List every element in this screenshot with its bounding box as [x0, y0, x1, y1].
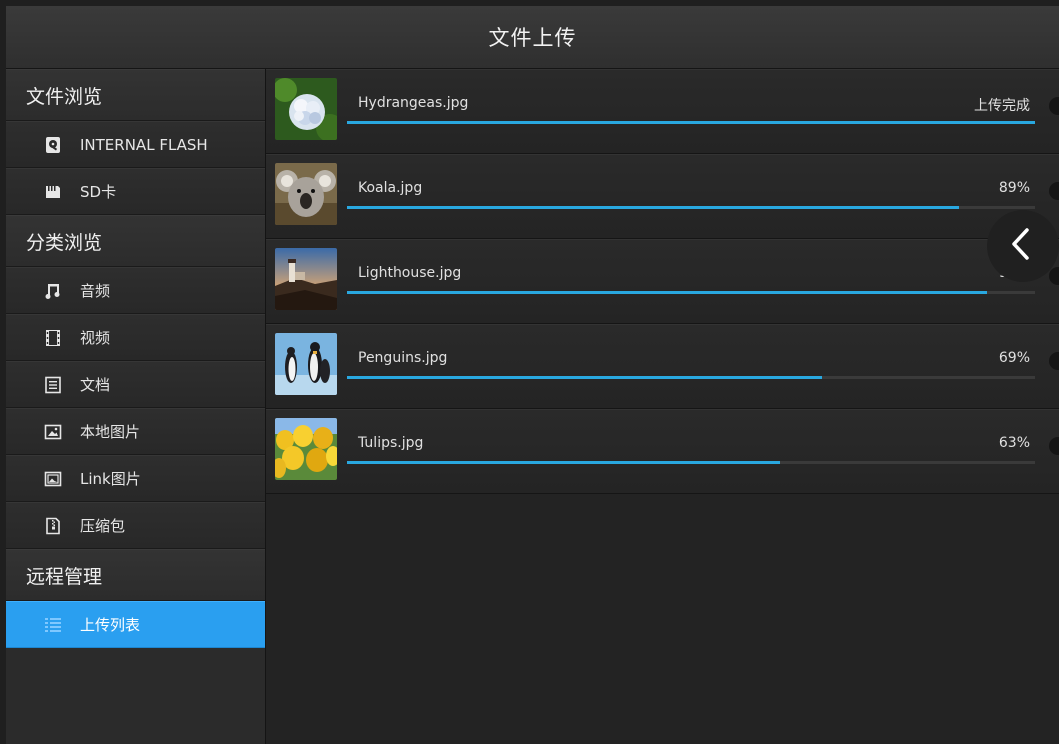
film-icon	[44, 329, 62, 347]
hard-drive-icon	[44, 136, 62, 154]
row-indicator-dot	[1049, 352, 1059, 370]
file-name: Koala.jpg	[358, 180, 423, 196]
sidebar-item-video[interactable]: 视频	[6, 314, 265, 361]
sidebar-item-internal-flash[interactable]: INTERNAL FLASH	[6, 121, 265, 168]
upload-list: Hydrangeas.jpg 上传完成 Koala.jpg 89% Lighth…	[266, 69, 1059, 744]
chevron-left-icon	[1009, 227, 1031, 265]
music-note-icon	[44, 282, 62, 300]
title-bar: 文件上传	[6, 6, 1059, 69]
progress-fill	[347, 291, 987, 294]
sidebar-item-archives[interactable]: 压缩包	[6, 502, 265, 549]
row-indicator-dot	[1049, 97, 1059, 115]
upload-status: 63%	[998, 435, 1030, 451]
file-name: Hydrangeas.jpg	[358, 95, 469, 111]
sidebar-item-label: 压缩包	[80, 517, 126, 535]
back-button[interactable]	[987, 210, 1059, 282]
sidebar-item-label: Link图片	[80, 470, 141, 488]
thumbnail-penguins	[275, 333, 337, 395]
sidebar-item-sd-card[interactable]: SD卡	[6, 168, 265, 215]
image-icon	[44, 423, 62, 441]
thumbnail-koala	[275, 163, 337, 225]
sidebar-item-label: 文档	[80, 376, 111, 394]
sidebar-item-documents[interactable]: 文档	[6, 361, 265, 408]
list-item[interactable]: Lighthouse.jpg 93%	[266, 239, 1059, 324]
file-name: Penguins.jpg	[358, 350, 448, 366]
progress-bar	[347, 376, 1035, 379]
upload-status: 69%	[998, 350, 1030, 366]
thumbnail-hydrangeas	[275, 78, 337, 140]
file-name: Lighthouse.jpg	[358, 265, 462, 281]
progress-bar	[347, 121, 1035, 124]
progress-fill	[347, 376, 822, 379]
file-name: Tulips.jpg	[358, 435, 424, 451]
section-header-category-browse: 分类浏览	[6, 215, 265, 267]
sidebar-item-upload-list[interactable]: 上传列表	[6, 601, 265, 648]
sidebar-item-label: 视频	[80, 329, 111, 347]
list-icon	[44, 616, 62, 634]
sidebar-item-audio[interactable]: 音频	[6, 267, 265, 314]
sidebar-item-label: 音频	[80, 282, 111, 300]
sidebar-item-label: 本地图片	[80, 423, 141, 441]
progress-bar	[347, 291, 1035, 294]
progress-fill	[347, 121, 1035, 124]
sidebar-item-local-images[interactable]: 本地图片	[6, 408, 265, 455]
upload-status: 上传完成	[974, 98, 1030, 114]
sidebar-item-link-images[interactable]: Link图片	[6, 455, 265, 502]
document-icon	[44, 376, 62, 394]
section-header-file-browse: 文件浏览	[6, 69, 265, 121]
sidebar-item-label: SD卡	[80, 183, 117, 201]
upload-status: 89%	[998, 180, 1030, 196]
row-indicator-dot	[1049, 437, 1059, 455]
list-item[interactable]: Penguins.jpg 69%	[266, 324, 1059, 409]
page-title: 文件上传	[488, 26, 577, 50]
progress-fill	[347, 206, 960, 209]
sidebar-item-label: 上传列表	[80, 616, 141, 634]
sidebar-item-label: INTERNAL FLASH	[80, 135, 208, 154]
list-item[interactable]: Tulips.jpg 63%	[266, 409, 1059, 494]
sidebar: 文件浏览 INTERNAL FLASH SD卡 分类浏览 音频 视频 文档 本地…	[6, 69, 266, 744]
row-indicator-dot	[1049, 267, 1059, 285]
progress-bar	[347, 461, 1035, 464]
list-item[interactable]: Koala.jpg 89%	[266, 154, 1059, 239]
sd-card-icon	[44, 183, 62, 201]
list-item[interactable]: Hydrangeas.jpg 上传完成	[266, 69, 1059, 154]
zip-file-icon	[44, 517, 62, 535]
section-header-remote-management: 远程管理	[6, 549, 265, 601]
linked-image-icon	[44, 470, 62, 488]
progress-fill	[347, 461, 781, 464]
app-window: 文件上传 文件浏览 INTERNAL FLASH SD卡 分类浏览 音频 视频 …	[6, 6, 1059, 744]
thumbnail-tulips	[275, 418, 337, 480]
thumbnail-lighthouse	[275, 248, 337, 310]
row-indicator-dot	[1049, 182, 1059, 200]
progress-bar	[347, 206, 1035, 209]
